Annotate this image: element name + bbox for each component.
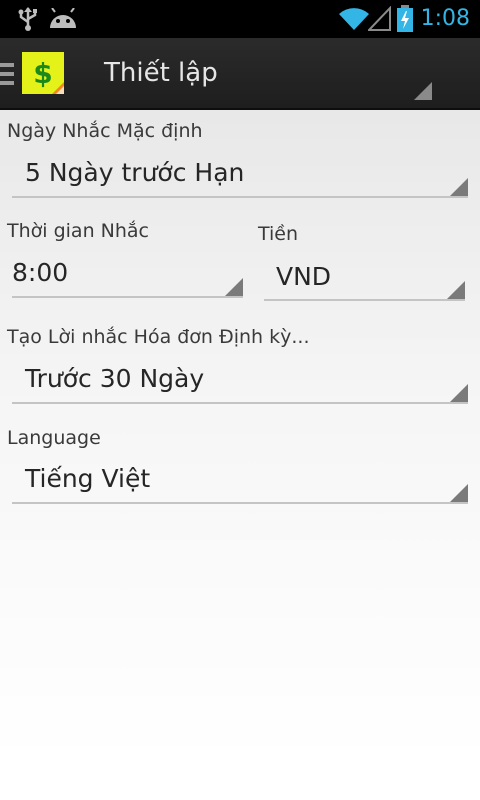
language-value: Tiếng Việt [25,464,151,493]
android-icon [50,8,76,28]
svg-text:$: $ [33,57,52,90]
status-time: 1:08 [420,6,470,31]
dropdown-triangle-icon [225,278,243,296]
dropdown-triangle-icon [450,178,468,196]
action-bar: $ Thiết lập [0,38,480,110]
recurring-bill-reminder-value: Trước 30 Ngày [25,364,205,393]
default-reminder-spinner[interactable]: 5 Ngày trước Hạn [12,158,468,198]
page-title: Thiết lập [104,58,218,88]
wifi-icon [339,8,369,31]
currency-spinner[interactable]: VND [264,262,465,301]
currency-label: Tiền [258,223,299,245]
reminder-time-label: Thời gian Nhắc [7,220,149,242]
recurring-bill-reminder-spinner[interactable]: Trước 30 Ngày [12,364,468,404]
dropdown-triangle-icon [450,484,468,502]
language-spinner[interactable]: Tiếng Việt [12,464,468,504]
recurring-bill-reminder-label: Tạo Lời nhắc Hóa đơn Định kỳ... [7,326,310,348]
reminder-time-value: 8:00 [12,258,69,287]
battery-charging-icon [397,5,413,32]
usb-icon [18,7,37,31]
menu-icon[interactable] [0,63,14,85]
signal-icon [368,6,391,31]
dropdown-triangle-icon [450,384,468,402]
status-bar: 1:08 [0,0,480,38]
app-logo-dollar-icon[interactable]: $ [22,52,64,94]
overflow-triangle-icon[interactable] [414,82,432,100]
reminder-time-spinner[interactable]: 8:00 [12,258,243,298]
default-reminder-value: 5 Ngày trước Hạn [25,158,245,187]
language-label: Language [7,427,101,449]
currency-value: VND [276,262,332,291]
settings-content: Ngày Nhắc Mặc định 5 Ngày trước Hạn Thời… [0,110,480,800]
dropdown-triangle-icon [447,281,465,299]
default-reminder-label: Ngày Nhắc Mặc định [7,120,203,142]
